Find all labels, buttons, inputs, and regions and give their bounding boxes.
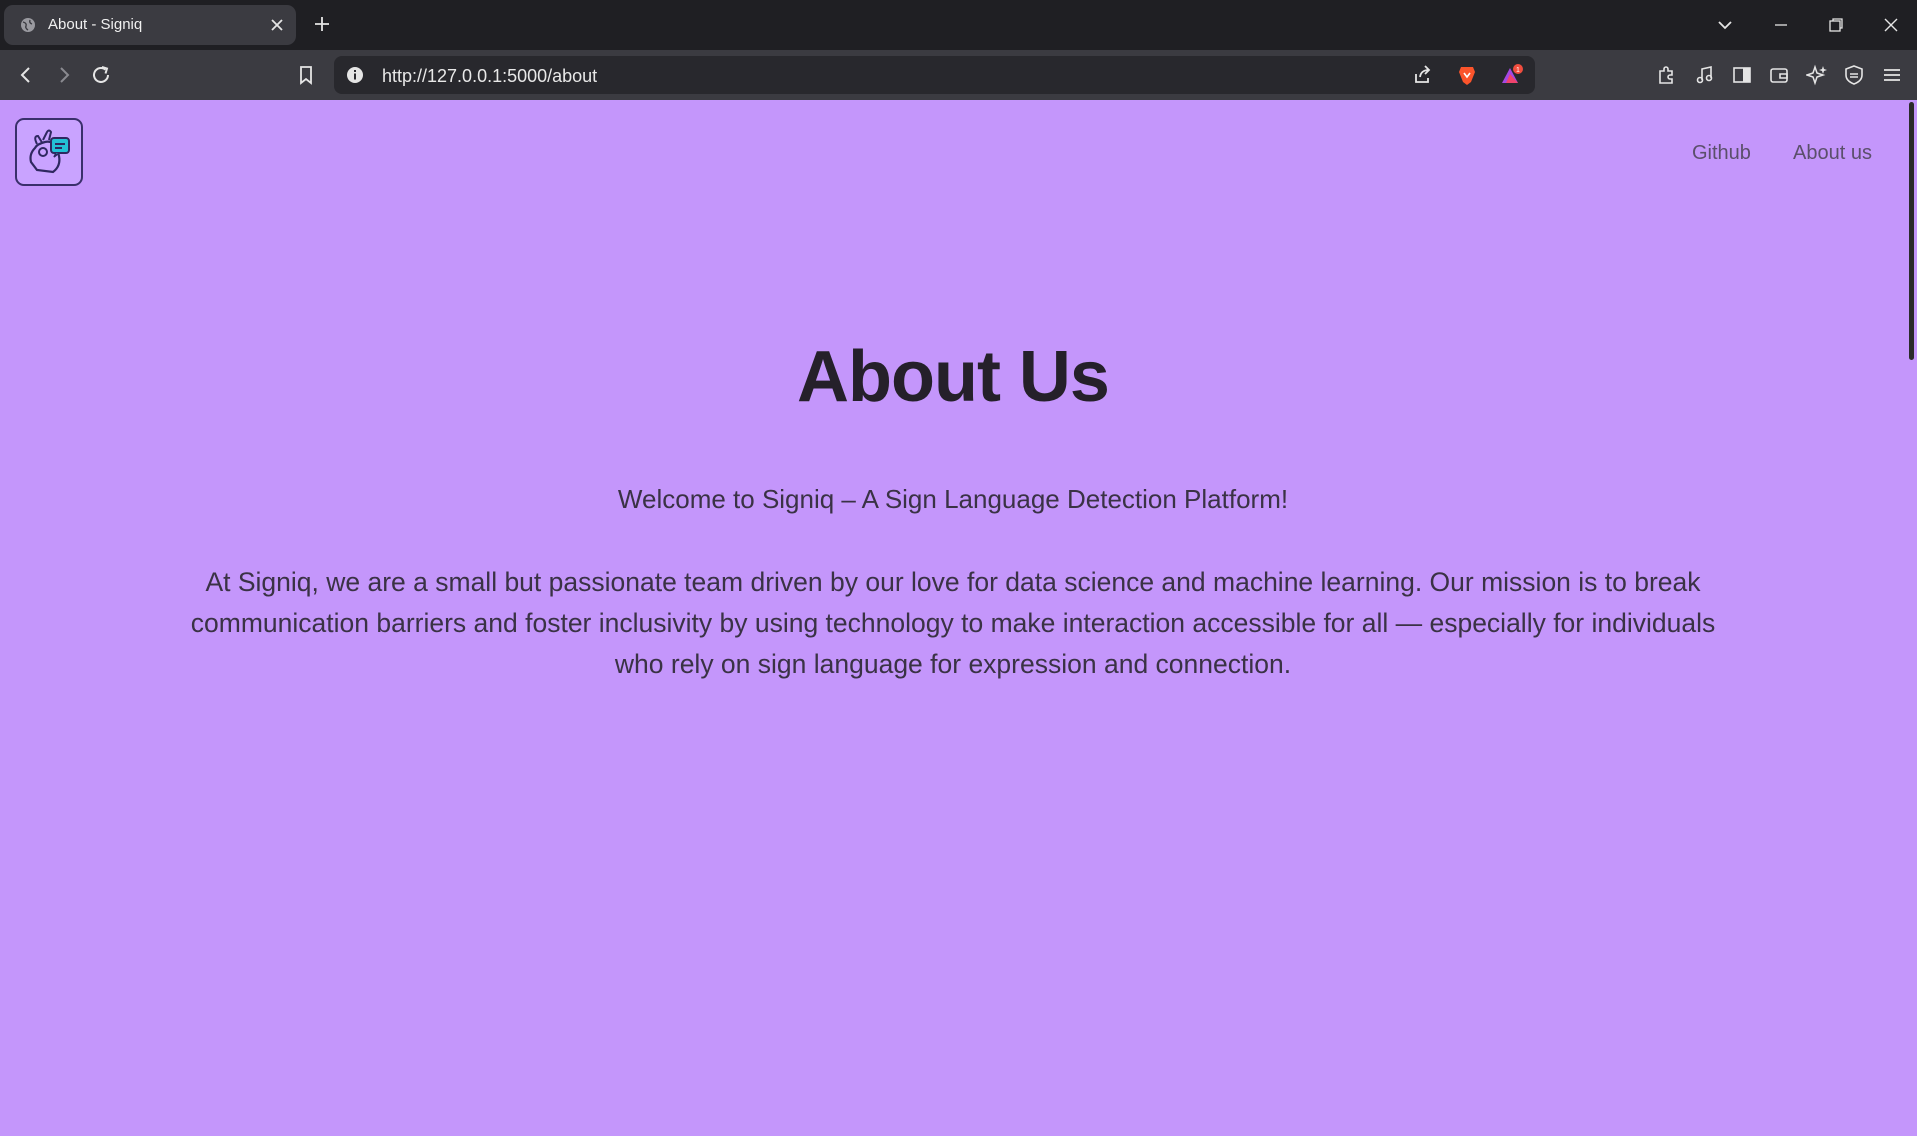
url-text: http://127.0.0.1:5000/about [382, 66, 598, 86]
menu-icon[interactable] [1881, 64, 1903, 86]
leo-ai-icon[interactable] [1804, 64, 1828, 86]
site-info-icon[interactable] [344, 64, 366, 86]
mission-paragraph: At Signiq, we are a small but passionate… [190, 567, 1716, 679]
media-music-icon[interactable] [1694, 64, 1716, 86]
sidebar-icon[interactable] [1731, 64, 1753, 86]
page-title: About Us [797, 337, 1110, 417]
globe-icon [20, 17, 36, 33]
close-window-icon[interactable] [1882, 16, 1900, 34]
restore-icon[interactable] [1827, 16, 1845, 34]
forward-icon[interactable] [53, 64, 75, 86]
scrollbar-thumb[interactable] [1909, 102, 1914, 360]
close-tab-icon[interactable] [270, 18, 284, 32]
reload-icon[interactable] [90, 64, 112, 86]
extensions-icon[interactable] [1655, 64, 1677, 86]
tab-title: About - Signiq [48, 16, 143, 33]
page-content: Github About us About Us Welcome to Sign… [0, 100, 1906, 1136]
address-bar[interactable]: http://127.0.0.1:5000/about 1 [334, 56, 1535, 94]
nav-link-about-us[interactable]: About us [1793, 142, 1872, 165]
welcome-subtitle: Welcome to Signiq – A Sign Language Dete… [617, 484, 1289, 514]
sign-hand-icon [29, 129, 70, 174]
bookmark-icon[interactable] [295, 64, 317, 86]
wallet-icon[interactable] [1768, 64, 1790, 86]
browser-toolbar: http://127.0.0.1:5000/about 1 [0, 50, 1917, 100]
browser-tab[interactable]: About - Signiq [4, 5, 296, 45]
tab-list-chevron-icon[interactable] [1716, 16, 1734, 34]
brave-rewards-icon[interactable]: 1 [1499, 64, 1523, 86]
back-icon[interactable] [15, 64, 37, 86]
minimize-icon[interactable] [1772, 16, 1790, 34]
nav-link-github[interactable]: Github [1692, 142, 1751, 165]
brave-shields-icon[interactable] [1456, 64, 1478, 86]
rewards-badge-count: 1 [1516, 67, 1520, 74]
signiq-logo[interactable] [15, 118, 83, 186]
share-icon[interactable] [1412, 64, 1434, 86]
new-tab-icon[interactable] [313, 15, 331, 33]
browser-tab-bar: About - Signiq [0, 0, 1917, 50]
vpn-shield-icon[interactable] [1843, 64, 1865, 86]
page-scrollbar[interactable] [1906, 100, 1917, 1136]
